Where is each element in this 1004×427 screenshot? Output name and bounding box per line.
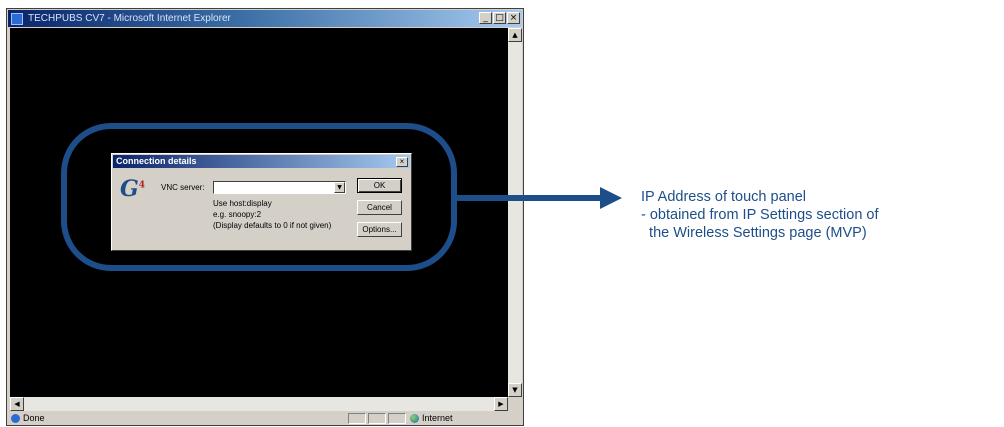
scroll-down-icon[interactable]: ▼ (508, 383, 522, 397)
scroll-up-icon[interactable]: ▲ (508, 28, 522, 42)
annotation-line2: - obtained from IP Settings section of (641, 207, 879, 223)
status-text: Done (23, 413, 45, 423)
hint-line: e.g. snoopy:2 (213, 210, 262, 219)
minimize-button[interactable]: _ (479, 12, 492, 24)
ok-button[interactable]: OK (357, 178, 402, 193)
security-zone: Internet (410, 413, 453, 423)
g4-logo: G4 (120, 176, 146, 202)
connection-details-dialog: Connection details × G4 VNC server: ▼ Us… (111, 153, 412, 251)
options-button[interactable]: Options... (357, 222, 402, 237)
status-cell (388, 413, 406, 424)
hint-line: (Display defaults to 0 if not given) (213, 221, 332, 230)
scroll-right-icon[interactable]: ▶ (494, 397, 508, 411)
horizontal-scrollbar[interactable]: ◀ ▶ (10, 397, 508, 411)
dialog-titlebar[interactable]: Connection details × (113, 155, 410, 168)
window-controls: _ □ × (479, 12, 520, 24)
scroll-left-icon[interactable]: ◀ (10, 397, 24, 411)
callout-arrow-head (600, 187, 622, 209)
page-icon (11, 413, 20, 423)
annotation-line3: the Wireless Settings page (MVP) (641, 225, 867, 241)
status-cell (348, 413, 366, 424)
dialog-title: Connection details (116, 156, 197, 166)
annotation-line1: IP Address of touch panel (641, 189, 806, 205)
zone-text: Internet (422, 413, 453, 423)
dialog-close-button[interactable]: × (396, 157, 408, 167)
callout-arrow-line (457, 195, 602, 201)
dropdown-arrow-icon[interactable]: ▼ (334, 182, 345, 193)
vertical-scrollbar[interactable]: ▲ ▼ (508, 28, 522, 397)
status-done: Done (11, 413, 45, 423)
maximize-button[interactable]: □ (493, 12, 506, 24)
vnc-server-label: VNC server: (161, 183, 205, 192)
scrollbar-corner (508, 397, 522, 411)
status-bar: Done Internet (8, 412, 522, 425)
globe-icon (410, 413, 419, 423)
window-title: TECHPUBS CV7 - Microsoft Internet Explor… (28, 13, 231, 24)
window-titlebar[interactable]: TECHPUBS CV7 - Microsoft Internet Explor… (8, 10, 522, 27)
vnc-server-input[interactable]: ▼ (213, 181, 346, 194)
cancel-button[interactable]: Cancel (357, 200, 402, 215)
annotation-text: IP Address of touch panel - obtained fro… (641, 188, 879, 242)
status-cell (368, 413, 386, 424)
hint-line: Use host:display (213, 199, 272, 208)
ie-window-icon (11, 12, 23, 25)
close-button[interactable]: × (507, 12, 520, 24)
